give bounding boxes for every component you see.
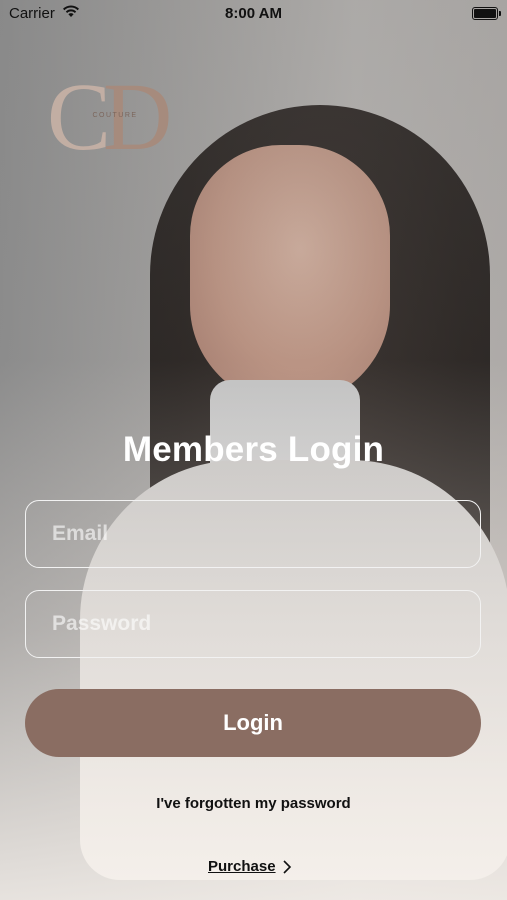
email-input[interactable]	[26, 501, 507, 567]
forgot-password-link[interactable]: I've forgotten my password	[0, 795, 507, 812]
logo-tagline: COUTURE	[92, 112, 137, 119]
battery-icon	[472, 7, 501, 20]
status-bar: Carrier 8:00 AM	[0, 0, 507, 30]
login-screen: Carrier 8:00 AM C D COUTURE Members Logi…	[0, 0, 507, 900]
page-title: Members Login	[122, 430, 385, 469]
password-input[interactable]	[26, 591, 507, 657]
email-field[interactable]	[25, 500, 507, 568]
status-time: 8:00 AM	[225, 5, 282, 22]
purchase-link[interactable]: Purchase	[208, 858, 292, 875]
password-field[interactable]	[25, 590, 507, 658]
brand-logo: C D COUTURE	[47, 77, 172, 153]
login-button[interactable]: Login	[25, 689, 481, 757]
purchase-label: Purchase	[208, 858, 276, 875]
chevron-right-icon	[282, 859, 291, 874]
